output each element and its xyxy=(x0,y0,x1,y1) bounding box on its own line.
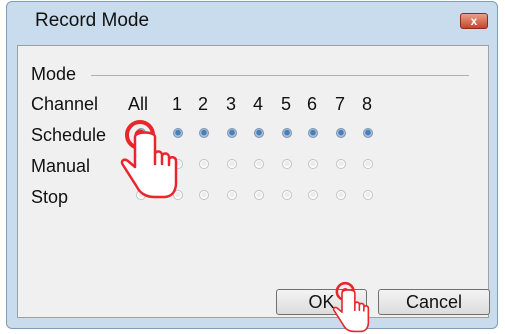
row-label-stop: Stop xyxy=(31,187,69,207)
radio-schedule-ch5[interactable] xyxy=(282,128,292,138)
radio-manual-ch6[interactable] xyxy=(308,159,318,169)
radio-manual-ch4[interactable] xyxy=(254,159,264,169)
radio-manual-ch1[interactable] xyxy=(173,159,183,169)
radio-manual-ch7[interactable] xyxy=(336,159,346,169)
channel-all-label: All xyxy=(128,94,149,114)
radio-schedule-ch8[interactable] xyxy=(363,128,373,138)
radio-schedule-ch4[interactable] xyxy=(254,128,264,138)
channel-header-4: 4 xyxy=(253,94,264,114)
close-icon: x xyxy=(470,14,478,28)
radio-stop-ch6[interactable] xyxy=(308,190,318,200)
channel-header-1: 1 xyxy=(172,94,183,114)
radio-stop-ch8[interactable] xyxy=(363,190,373,200)
cancel-button[interactable]: Cancel xyxy=(378,289,490,315)
radio-manual-ch2[interactable] xyxy=(199,159,209,169)
radio-schedule-all[interactable] xyxy=(136,128,146,138)
channel-header-2: 2 xyxy=(198,94,209,114)
radio-stop-all[interactable] xyxy=(136,190,146,200)
radio-stop-ch5[interactable] xyxy=(282,190,292,200)
radio-stop-ch1[interactable] xyxy=(173,190,183,200)
channel-label: Channel xyxy=(31,94,99,114)
channel-header-5: 5 xyxy=(281,94,292,114)
mode-divider xyxy=(91,75,469,76)
content-panel xyxy=(17,45,489,318)
radio-manual-ch3[interactable] xyxy=(227,159,237,169)
radio-manual-all[interactable] xyxy=(136,159,146,169)
radio-manual-ch8[interactable] xyxy=(363,159,373,169)
mode-label: Mode xyxy=(31,64,77,84)
channel-header-3: 3 xyxy=(226,94,237,114)
close-button[interactable]: x xyxy=(460,13,488,29)
radio-stop-ch7[interactable] xyxy=(336,190,346,200)
window-title: Record Mode xyxy=(35,10,150,31)
radio-stop-ch3[interactable] xyxy=(227,190,237,200)
radio-schedule-ch2[interactable] xyxy=(199,128,209,138)
radio-schedule-ch6[interactable] xyxy=(308,128,318,138)
radio-stop-ch4[interactable] xyxy=(254,190,264,200)
radio-manual-ch5[interactable] xyxy=(282,159,292,169)
radio-schedule-ch3[interactable] xyxy=(227,128,237,138)
channel-header-6: 6 xyxy=(307,94,318,114)
channel-header-7: 7 xyxy=(335,94,346,114)
channel-header-8: 8 xyxy=(362,94,373,114)
ok-button[interactable]: OK xyxy=(276,289,367,315)
radio-schedule-ch7[interactable] xyxy=(336,128,346,138)
row-label-manual: Manual xyxy=(31,156,91,176)
row-label-schedule: Schedule xyxy=(31,125,107,145)
radio-stop-ch2[interactable] xyxy=(199,190,209,200)
radio-schedule-ch1[interactable] xyxy=(173,128,183,138)
